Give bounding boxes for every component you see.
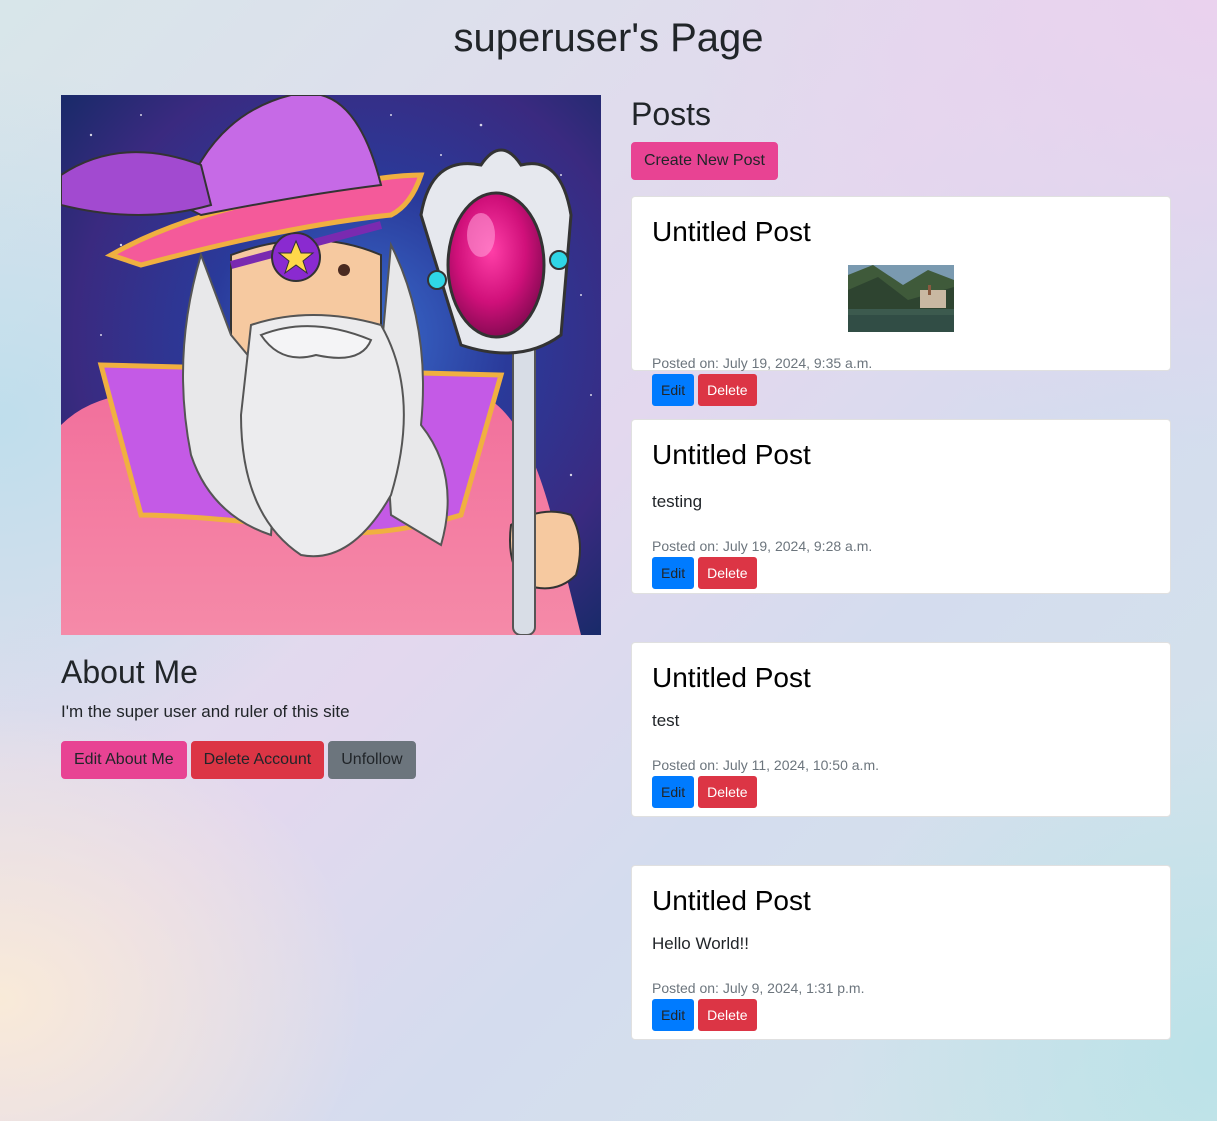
post-date: Posted on: July 11, 2024, 10:50 a.m.	[652, 757, 880, 773]
avatar	[61, 95, 601, 635]
post-image[interactable]	[848, 265, 954, 332]
post-body: Hello World!!	[652, 934, 749, 953]
edit-post-button[interactable]: Edit	[652, 557, 695, 589]
post-actions: Edit Delete	[652, 557, 757, 589]
delete-account-button[interactable]: Delete Account	[190, 741, 325, 779]
profile-actions: Edit About Me Delete Account Unfollow	[61, 741, 601, 779]
delete-post-button[interactable]: Delete	[698, 776, 757, 808]
delete-post-button[interactable]: Delete	[698, 374, 757, 406]
post-title: Untitled Post	[652, 216, 811, 247]
post-card: Untitled Post Hello World!! Posted on: J…	[631, 865, 1171, 1040]
post-card: Untitled Post testing Posted on: July 19…	[631, 419, 1171, 594]
profile-column: About Me I'm the super user and ruler of…	[61, 95, 601, 779]
post-title: Untitled Post	[652, 439, 811, 470]
create-new-post-button[interactable]: Create New Post	[631, 142, 778, 180]
page-title: superuser's Page	[453, 16, 764, 60]
post-date: Posted on: July 9, 2024, 1:31 p.m.	[652, 980, 865, 996]
edit-post-button[interactable]: Edit	[652, 999, 695, 1031]
post-date: Posted on: July 19, 2024, 9:35 a.m.	[652, 355, 873, 371]
post-title: Untitled Post	[652, 885, 811, 916]
about-me-text: I'm the super user and ruler of this sit…	[61, 702, 350, 721]
post-date: Posted on: July 19, 2024, 9:28 a.m.	[652, 538, 873, 554]
post-title: Untitled Post	[652, 662, 811, 693]
post-actions: Edit Delete	[652, 776, 757, 808]
post-body: test	[652, 711, 680, 730]
edit-about-me-button[interactable]: Edit About Me	[61, 741, 187, 779]
edit-post-button[interactable]: Edit	[652, 776, 695, 808]
post-card: Untitled Post Posted on: July 19, 2024, …	[631, 196, 1171, 406]
unfollow-button[interactable]: Unfollow	[328, 741, 416, 779]
delete-post-button[interactable]: Delete	[698, 557, 757, 589]
posts-column: Posts Create New Post Untitled Post Post…	[631, 95, 1171, 1040]
post-card: Untitled Post test Posted on: July 11, 2…	[631, 642, 1171, 817]
edit-post-button[interactable]: Edit	[652, 374, 695, 406]
post-body: testing	[652, 492, 703, 511]
post-actions: Edit Delete	[652, 999, 757, 1031]
post-actions: Edit Delete	[652, 374, 757, 406]
delete-post-button[interactable]: Delete	[698, 999, 757, 1031]
posts-title: Posts	[631, 96, 712, 132]
about-me-title: About Me	[61, 654, 198, 690]
